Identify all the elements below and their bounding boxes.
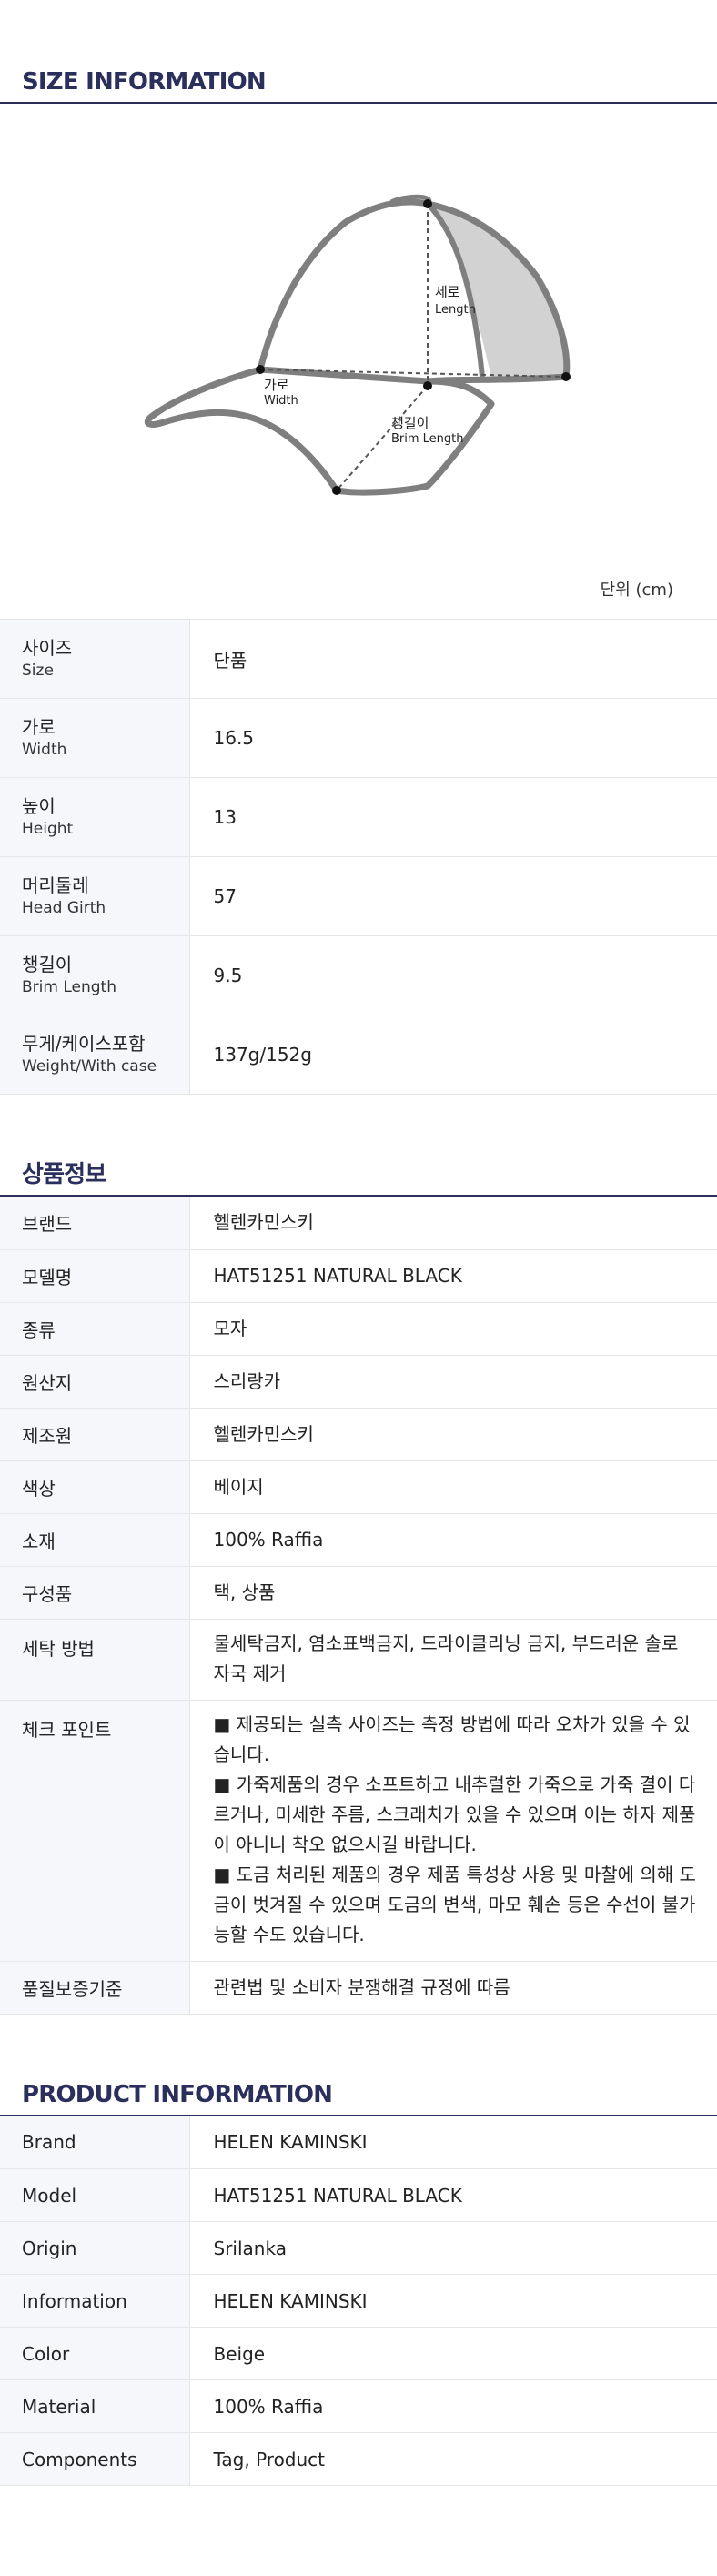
table-row: 세탁 방법 물세탁금지, 염소표백금지, 드라이클리닝 금지, 부드러운 솔로 자…: [0, 1619, 717, 1701]
info-label: 색상: [0, 1460, 190, 1514]
info-label: Material: [0, 2379, 190, 2433]
size-label-ko: 가로: [22, 716, 56, 738]
size-label-ko: 무게/케이스포함: [22, 1033, 146, 1055]
table-row: 체크 포인트 ■ 제공되는 실측 사이즈는 측정 방법에 따라 오차가 있을 수…: [0, 1700, 717, 1962]
info-label: Origin: [0, 2221, 190, 2275]
table-row: 사이즈 Size 단품: [0, 619, 717, 699]
table-row: 머리둘레 Head Girth 57: [0, 856, 717, 936]
table-row: 품질보증기준 관련법 및 소비자 분쟁해결 규정에 따름: [0, 1961, 717, 2015]
info-value: HAT51251 NATURAL BLACK: [189, 2168, 717, 2222]
table-row: 소재 100% Raffia: [0, 1513, 717, 1567]
table-row: 가로 Width 16.5: [0, 698, 717, 778]
info-value: 택, 상품: [189, 1566, 717, 1620]
info-value: Beige: [189, 2327, 717, 2380]
size-label-en: Head Girth: [22, 899, 106, 917]
label-height-ko: 세로: [435, 284, 460, 300]
info-value: 헬렌카민스키: [189, 1197, 717, 1250]
size-label-ko: 챙길이: [22, 954, 73, 975]
info-label: 체크 포인트: [0, 1700, 190, 1962]
label-width-en: Width: [264, 394, 298, 408]
table-row: 모델명 HAT51251 NATURAL BLACK: [0, 1249, 717, 1303]
info-label: 구성품: [0, 1566, 190, 1620]
table-row: 원산지 스리랑카: [0, 1355, 717, 1409]
size-value: 13: [189, 777, 717, 857]
table-row: 무게/케이스포함 Weight/With case 137g/152g: [0, 1015, 717, 1095]
table-row: 제조원 헬렌카민스키: [0, 1408, 717, 1461]
info-label: 품질보증기준: [0, 1961, 190, 2015]
info-label: Color: [0, 2327, 190, 2380]
product-info-ko-title: 상품정보: [0, 1153, 717, 1197]
info-label: 종류: [0, 1302, 190, 1356]
info-value: HAT51251 NATURAL BLACK: [189, 1249, 717, 1303]
label-brim-en: Brim Length: [391, 432, 464, 446]
info-label: 세탁 방법: [0, 1619, 190, 1701]
table-row: 높이 Height 13: [0, 777, 717, 857]
info-value: 스리랑카: [189, 1355, 717, 1409]
check-point-item: ■ 가죽제품의 경우 소프트하고 내추럴한 가죽으로 가죽 결이 다르거나, 미…: [213, 1773, 696, 1855]
size-value: 9.5: [189, 935, 717, 1015]
product-info-ko-table: 브랜드 헬렌카민스키 모델명 HAT51251 NATURAL BLACK 종류 모자…: [0, 1197, 717, 2015]
size-label-en: Size: [22, 662, 54, 680]
size-label-en: Width: [22, 741, 67, 759]
size-label-ko: 머리둘레: [22, 874, 89, 896]
info-label: Components: [0, 2432, 190, 2486]
info-label: 모델명: [0, 1249, 190, 1303]
table-row: 색상 베이지: [0, 1460, 717, 1514]
info-value: HELEN KAMINSKI: [189, 2116, 717, 2169]
table-row: 구성품 택, 상품: [0, 1566, 717, 1620]
table-row: Color Beige: [0, 2327, 717, 2380]
size-value: 57: [189, 856, 717, 936]
info-value: Srilanka: [189, 2221, 717, 2275]
label-width-ko: 가로: [264, 377, 289, 393]
table-row: Model HAT51251 NATURAL BLACK: [0, 2168, 717, 2222]
product-info-en-table: Brand HELEN KAMINSKI Model HAT51251 NATURA…: [0, 2116, 717, 2486]
info-label: 원산지: [0, 1355, 190, 1409]
info-value: HELEN KAMINSKI: [189, 2274, 717, 2328]
check-point-item: ■ 도금 처리된 제품의 경우 제품 특성상 사용 및 마찰에 의해 도금이 벗…: [213, 1863, 696, 1945]
table-row: Origin Srilanka: [0, 2221, 717, 2275]
check-point-item: ■ 제공되는 실측 사이즈는 측정 방법에 따라 오차가 있을 수 있습니다.: [213, 1712, 691, 1765]
size-label-en: Weight/With case: [22, 1057, 157, 1076]
size-value: 137g/152g: [189, 1015, 717, 1095]
table-row: Information HELEN KAMINSKI: [0, 2274, 717, 2328]
size-label-en: Brim Length: [22, 978, 116, 996]
table-row: Brand HELEN KAMINSKI: [0, 2116, 717, 2169]
info-label: Brand: [0, 2116, 190, 2169]
cap-size-diagram: 세로 Length 가로 Width 챙길이 Brim Length 단위 (c…: [0, 104, 717, 619]
info-label: 소재: [0, 1513, 190, 1567]
product-info-en-title: PRODUCT INFORMATION: [0, 2073, 717, 2116]
table-row: 브랜드 헬렌카민스키: [0, 1197, 717, 1250]
label-brim-ko: 챙길이: [391, 415, 429, 431]
info-value: 헬렌카민스키: [189, 1408, 717, 1461]
info-value: 모자: [189, 1302, 717, 1356]
info-value: 100% Raffia: [189, 2379, 717, 2433]
size-information-title: SIZE INFORMATION: [0, 60, 717, 104]
info-label: Model: [0, 2168, 190, 2222]
size-value: 단품: [189, 619, 717, 699]
size-label-ko: 사이즈: [22, 637, 73, 659]
cap-illustration: 세로 Length 가로 Width 챙길이 Brim Length: [144, 194, 571, 496]
unit-label: 단위 (cm): [600, 581, 673, 600]
info-value: 베이지: [189, 1460, 717, 1514]
table-row: 종류 모자: [0, 1302, 717, 1356]
size-value: 16.5: [189, 698, 717, 778]
info-label: 브랜드: [0, 1197, 190, 1250]
label-height-en: Length: [435, 303, 476, 317]
info-label: 제조원: [0, 1408, 190, 1461]
info-value: Tag, Product: [189, 2432, 717, 2486]
table-row: Material 100% Raffia: [0, 2379, 717, 2433]
info-value: 관련법 및 소비자 분쟁해결 규정에 따름: [189, 1961, 717, 2015]
size-label-ko: 높이: [22, 795, 56, 817]
size-table: 사이즈 Size 단품 가로 Width 16.5 높이 Height 13 머리둘레…: [0, 619, 717, 1095]
check-point-list: ■ 제공되는 실측 사이즈는 측정 방법에 따라 오차가 있을 수 있습니다. …: [189, 1700, 717, 1962]
size-label-en: Height: [22, 820, 74, 838]
table-row: 챙길이 Brim Length 9.5: [0, 935, 717, 1015]
info-value: 물세탁금지, 염소표백금지, 드라이클리닝 금지, 부드러운 솔로 자국 제거: [189, 1619, 717, 1701]
table-row: Components Tag, Product: [0, 2432, 717, 2486]
info-label: Information: [0, 2274, 190, 2328]
info-value: 100% Raffia: [189, 1513, 717, 1567]
